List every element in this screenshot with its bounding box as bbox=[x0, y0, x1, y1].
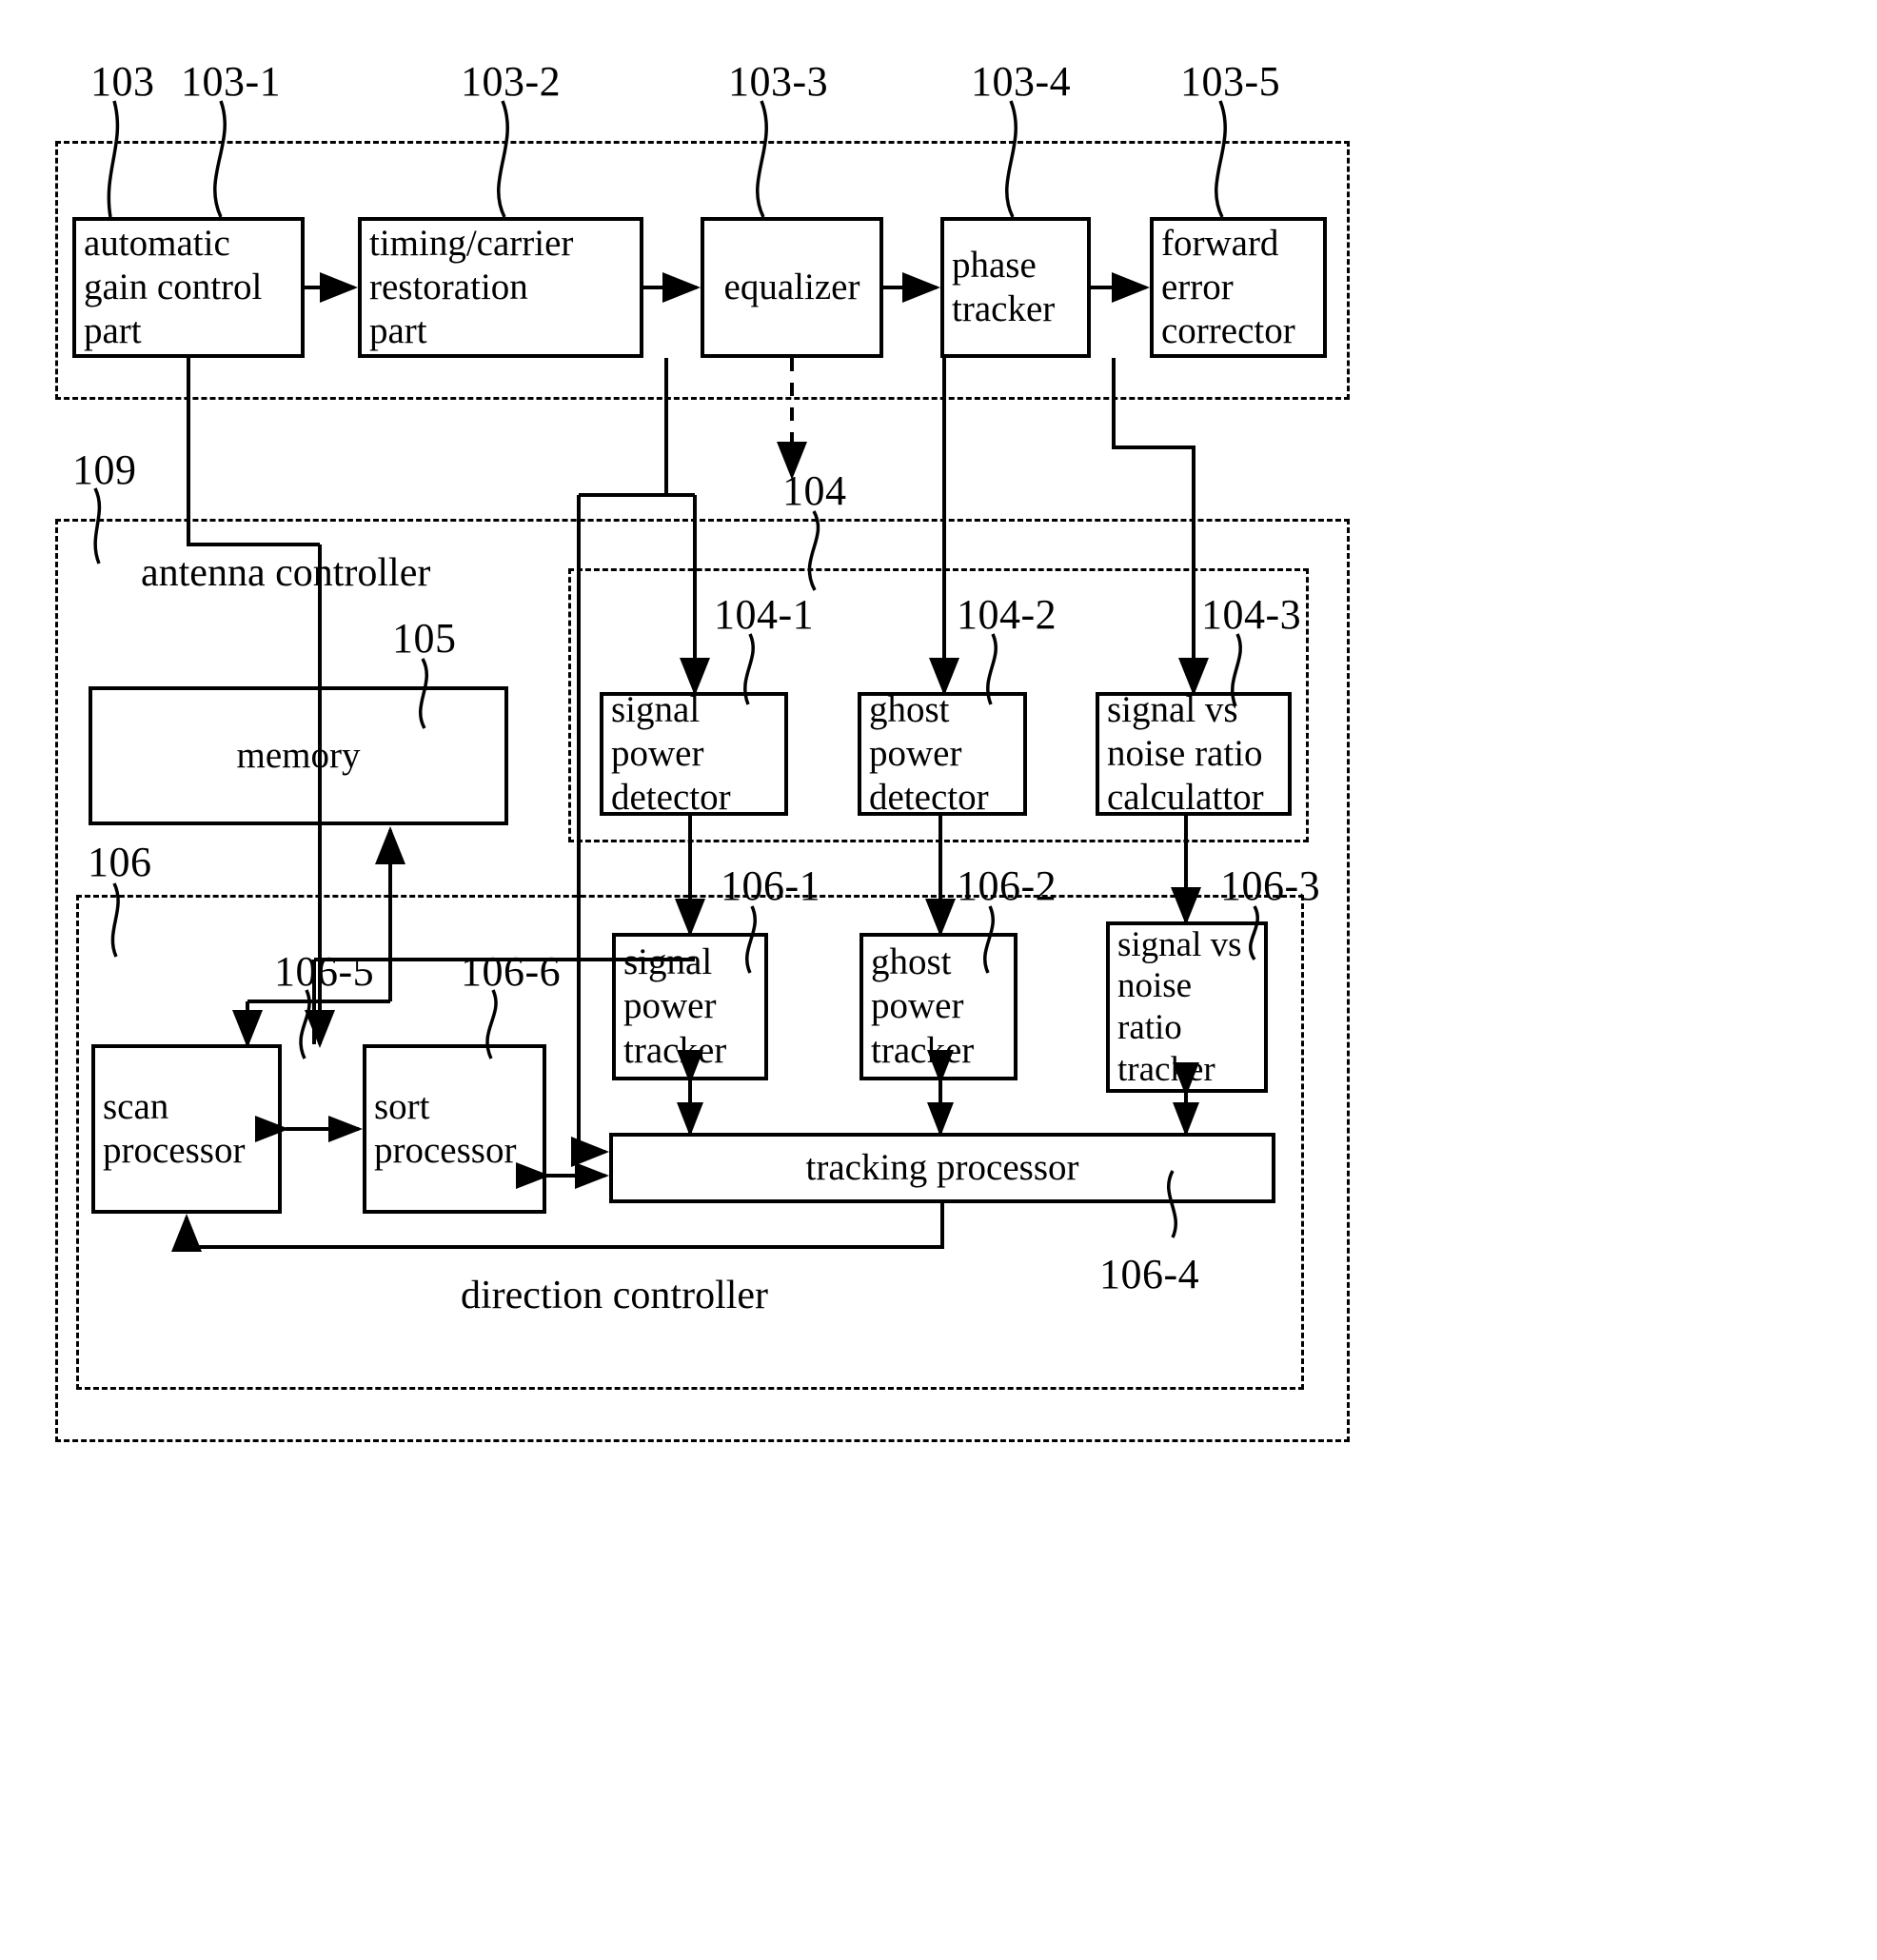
ref-numeral-103-4: 103-4 bbox=[971, 58, 1072, 105]
block-scan-processor[interactable]: scan processor bbox=[91, 1044, 282, 1214]
ref-numeral-105: 105 bbox=[392, 615, 457, 662]
ref-numeral-103-1: 103-1 bbox=[181, 58, 282, 105]
block-label: signal power detector bbox=[611, 688, 731, 819]
ref-numeral-103-5: 103-5 bbox=[1180, 58, 1281, 105]
block-label: ghost power tracker bbox=[871, 941, 975, 1071]
ref-numeral-106: 106 bbox=[88, 839, 152, 885]
block-ghost-power-tracker[interactable]: ghost power tracker bbox=[859, 933, 1018, 1080]
block-label: scan processor bbox=[103, 1085, 246, 1171]
ref-numeral-104-1: 104-1 bbox=[714, 591, 815, 638]
block-label: sort processor bbox=[374, 1085, 517, 1171]
patent-figure-canvas: 103 103-1 103-2 103-3 103-4 103-5 automa… bbox=[0, 0, 1877, 1960]
block-phase-tracker[interactable]: phase tracker bbox=[940, 217, 1091, 358]
block-forward-error-corrector[interactable]: forward error corrector bbox=[1150, 217, 1327, 358]
block-signal-vs-noise-ratio-calculator[interactable]: signal vs noise ratio calculattor bbox=[1096, 689, 1292, 818]
block-label: signal power tracker bbox=[623, 941, 727, 1071]
ref-numeral-103-2: 103-2 bbox=[461, 58, 562, 105]
block-label: tracking processor bbox=[805, 1146, 1079, 1188]
ref-numeral-106-2: 106-2 bbox=[957, 862, 1057, 909]
ref-numeral-103: 103 bbox=[90, 58, 155, 105]
block-label: ghost power detector bbox=[869, 688, 989, 819]
block-equalizer[interactable]: equalizer bbox=[701, 217, 883, 358]
block-label: automatic gain control part bbox=[84, 222, 263, 352]
block-timing-carrier-restoration-part[interactable]: timing/carrier restoration part bbox=[358, 217, 643, 358]
ref-numeral-104-2: 104-2 bbox=[957, 591, 1057, 638]
ref-numeral-106-5: 106-5 bbox=[274, 948, 375, 995]
block-ghost-power-detector[interactable]: ghost power detector bbox=[858, 689, 1027, 818]
ref-numeral-106-3: 106-3 bbox=[1220, 862, 1321, 909]
block-label: signal vs noise ratio tracker bbox=[1117, 924, 1242, 1089]
ref-numeral-104-3: 104-3 bbox=[1201, 591, 1302, 638]
direction-controller-label: direction controller bbox=[461, 1274, 769, 1317]
ref-numeral-109: 109 bbox=[72, 446, 137, 493]
block-label: signal vs noise ratio calculattor bbox=[1107, 688, 1264, 819]
ref-numeral-106-6: 106-6 bbox=[461, 948, 562, 995]
ref-numeral-104: 104 bbox=[782, 467, 847, 514]
block-label: timing/carrier restoration part bbox=[369, 222, 574, 352]
block-label: phase tracker bbox=[952, 244, 1056, 329]
block-label: forward error corrector bbox=[1161, 222, 1295, 352]
ref-numeral-106-1: 106-1 bbox=[721, 862, 821, 909]
block-tracking-processor[interactable]: tracking processor bbox=[609, 1133, 1275, 1203]
ref-numeral-106-4: 106-4 bbox=[1099, 1251, 1200, 1297]
block-automatic-gain-control-part[interactable]: automatic gain control part bbox=[72, 217, 305, 358]
block-signal-vs-noise-ratio-tracker[interactable]: signal vs noise ratio tracker bbox=[1106, 921, 1268, 1093]
ref-numeral-103-3: 103-3 bbox=[728, 58, 829, 105]
block-label: memory bbox=[236, 734, 361, 776]
block-memory[interactable]: memory bbox=[89, 686, 508, 825]
block-signal-power-tracker[interactable]: signal power tracker bbox=[612, 933, 768, 1080]
block-signal-power-detector[interactable]: signal power detector bbox=[600, 689, 788, 818]
block-label: equalizer bbox=[723, 266, 860, 307]
antenna-controller-label: antenna controller bbox=[141, 551, 431, 595]
block-sort-processor[interactable]: sort processor bbox=[363, 1044, 546, 1214]
